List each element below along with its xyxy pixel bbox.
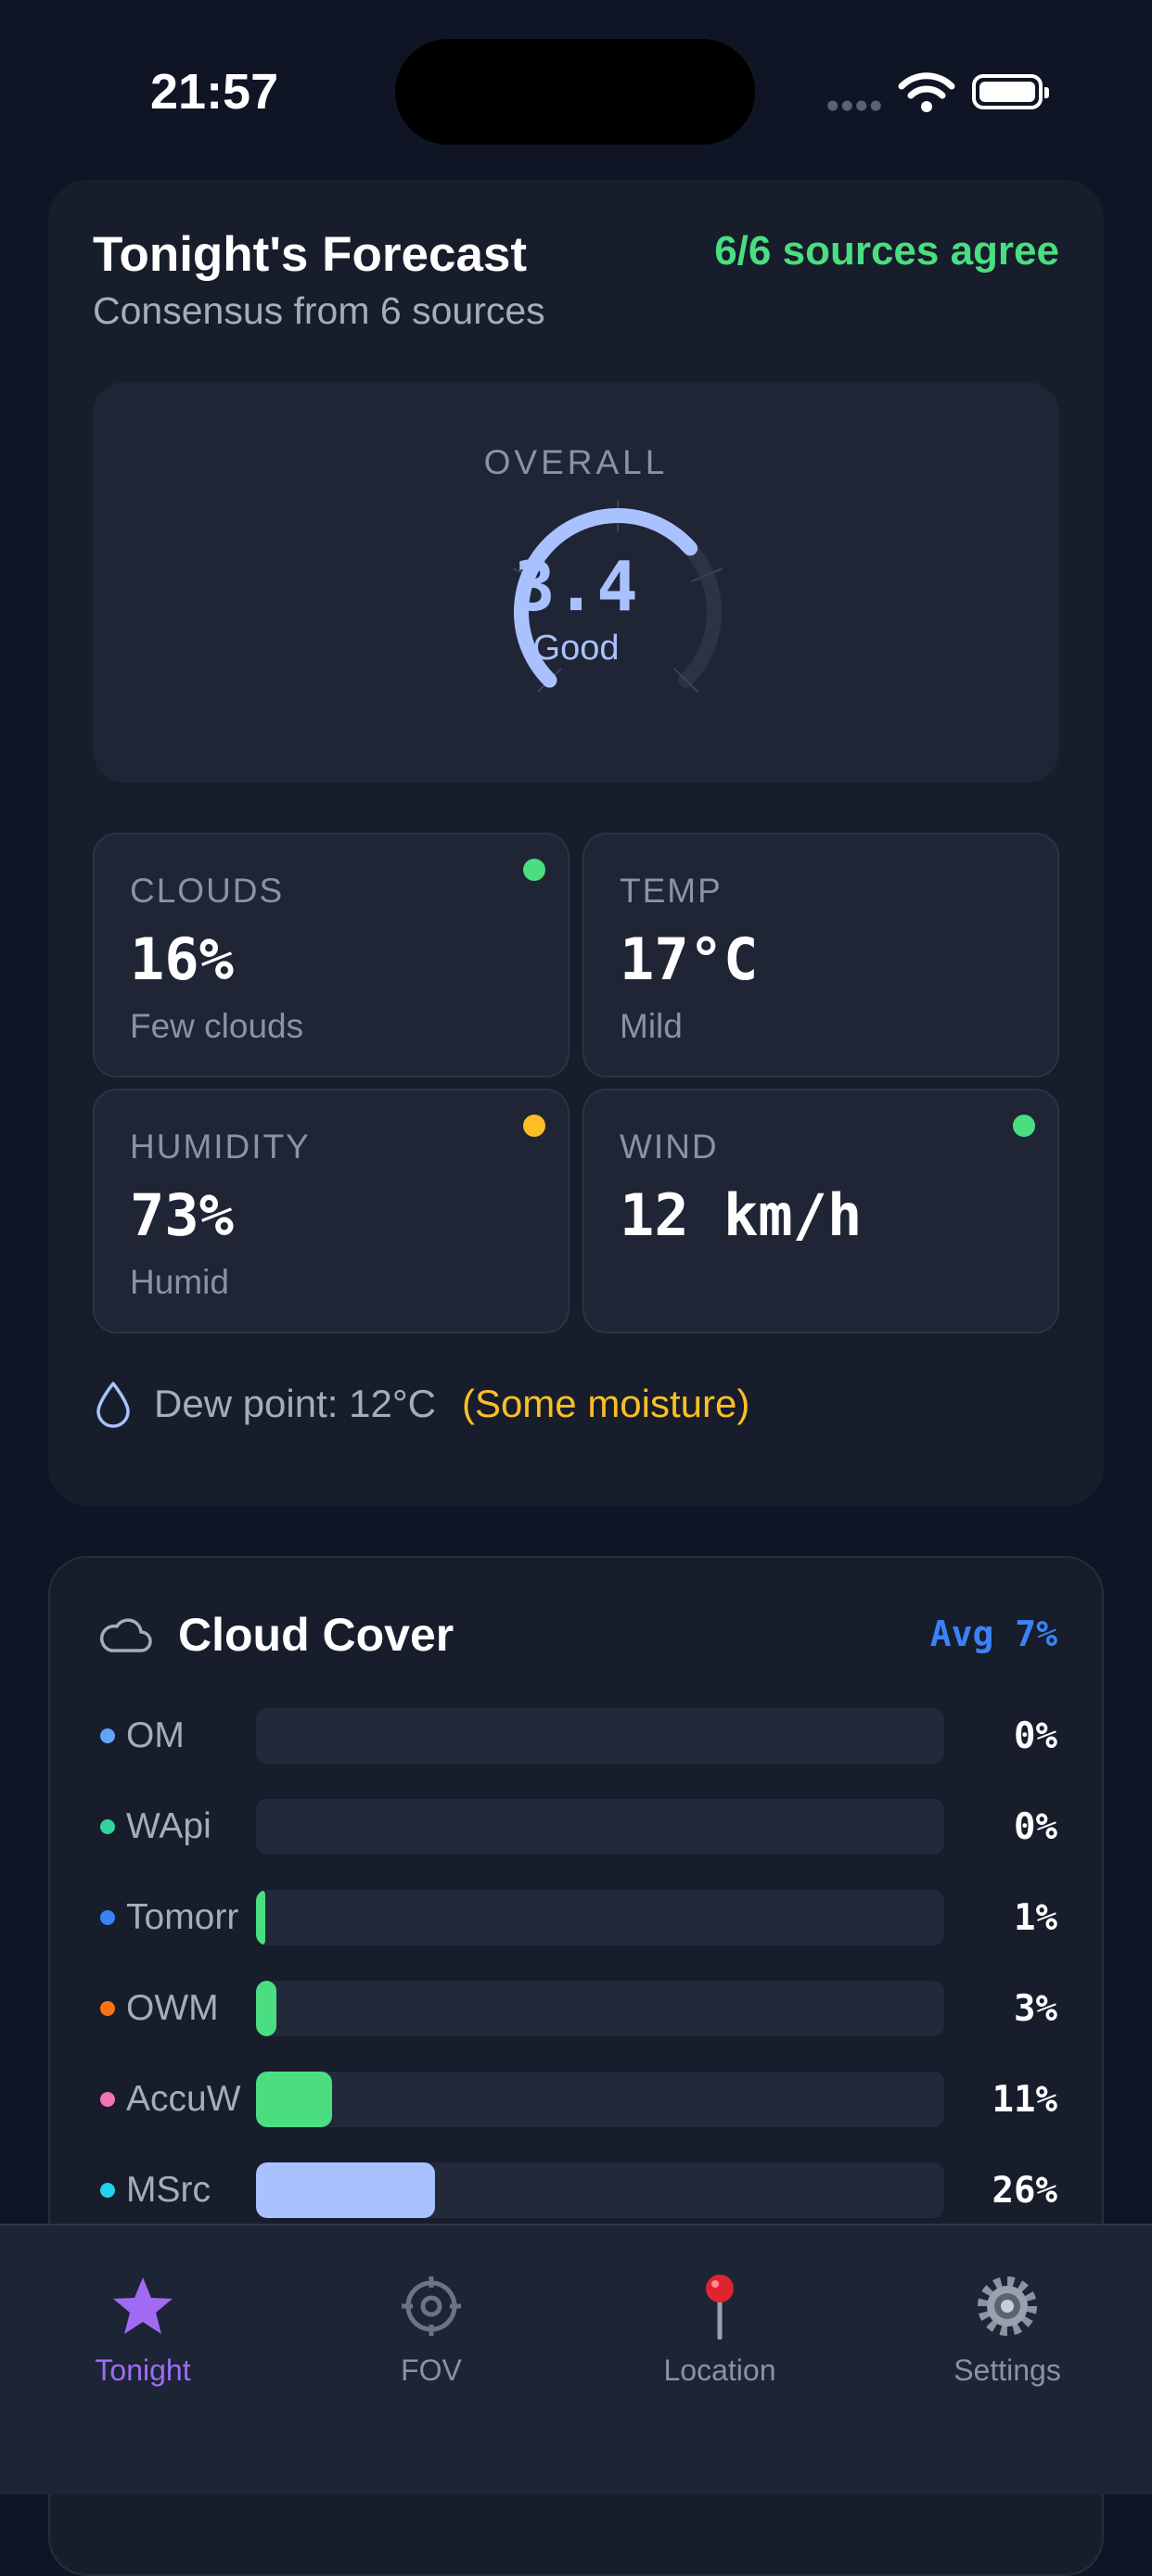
source-value: 1% (1014, 1897, 1057, 1939)
cloud-bar-track (256, 2162, 944, 2218)
cloud-bar-fill (256, 1981, 276, 2036)
forecast-card: Tonight's Forecast Consensus from 6 sour… (48, 180, 1104, 1506)
dew-point-text: Dew point: 12°C (154, 1382, 436, 1425)
source-name: MSrc (126, 2170, 211, 2210)
tab-tonight[interactable]: Tonight (50, 2272, 236, 2388)
cloud-bar-track (256, 2072, 944, 2127)
source-name: OWM (126, 1988, 219, 2028)
tab-fov[interactable]: FOV (339, 2272, 524, 2388)
metric-value: 16% (130, 925, 234, 993)
battery-icon (972, 74, 1049, 109)
metric-description: Few clouds (130, 1007, 304, 1045)
metric-value: 73% (130, 1181, 234, 1249)
metric-label: TEMP (620, 872, 723, 910)
source-color-dot (100, 2183, 115, 2198)
metric-label: CLOUDS (130, 872, 285, 910)
metric-description: Mild (620, 1007, 683, 1045)
tab-label: Settings (954, 2353, 1061, 2387)
metric-temp: TEMP 17°C Mild (582, 833, 1059, 1078)
cloud-source-row: OWM 3% (50, 1981, 1102, 2036)
tab-settings[interactable]: Settings (915, 2272, 1100, 2388)
source-color-dot (100, 1910, 115, 1925)
forecast-subtitle: Consensus from 6 sources (93, 289, 545, 332)
star-icon (113, 2277, 173, 2334)
tab-location[interactable]: Location (627, 2272, 813, 2388)
tab-label: Tonight (95, 2353, 191, 2387)
cloud-bar-fill (256, 2072, 332, 2127)
source-name: AccuW (126, 2079, 241, 2119)
dew-point-row: Dew point: 12°C (Some moisture) (93, 1376, 749, 1432)
cloud-bar-track (256, 1799, 944, 1855)
cloud-source-row: AccuW 11% (50, 2072, 1102, 2127)
overall-score-panel: OVERALL 3.4 Good (93, 382, 1059, 783)
status-dot (1013, 1115, 1035, 1137)
source-color-dot (100, 2001, 115, 2016)
source-value: 0% (1014, 1806, 1057, 1848)
cloud-cover-title: Cloud Cover (178, 1609, 454, 1661)
cloud-source-row: Tomorr 1% (50, 1890, 1102, 1945)
crosshair-icon (402, 2276, 461, 2336)
metric-label: HUMIDITY (130, 1128, 311, 1166)
overall-score: 3.4 (514, 547, 638, 627)
tab-label: FOV (401, 2353, 462, 2387)
cloud-bar-track (256, 1708, 944, 1764)
cloud-source-row: MSrc 26% (50, 2162, 1102, 2218)
status-dot (523, 859, 545, 881)
overall-rating: Good (532, 629, 620, 668)
metric-value: 12 km/h (620, 1181, 863, 1249)
source-color-dot (100, 1819, 115, 1834)
source-color-dot (100, 1728, 115, 1743)
cellular-icon (826, 100, 883, 111)
wifi-icon (898, 72, 955, 112)
metric-humidity: HUMIDITY 73% Humid (93, 1089, 570, 1333)
forecast-title: Tonight's Forecast (93, 227, 528, 282)
metric-description: Humid (130, 1263, 229, 1301)
cloud-source-row: OM 0% (50, 1708, 1102, 1764)
source-name: Tomorr (126, 1897, 239, 1937)
status-dot (523, 1115, 545, 1137)
status-time: 21:57 (150, 64, 279, 120)
cloud-source-row: WApi 0% (50, 1799, 1102, 1855)
source-value: 3% (1014, 1988, 1057, 2030)
sources-agreement: 6/6 sources agree (714, 228, 1059, 274)
dew-point-note: (Some moisture) (461, 1382, 750, 1425)
source-value: 26% (992, 2170, 1057, 2212)
droplet-icon (96, 1382, 130, 1428)
cloud-icon (99, 1618, 152, 1652)
cloud-bar-track (256, 1981, 944, 2036)
gear-icon (978, 2276, 1037, 2336)
cloud-bar-track (256, 1890, 944, 1945)
metric-value: 17°C (620, 925, 759, 993)
source-value: 0% (1014, 1715, 1057, 1757)
source-name: OM (126, 1715, 185, 1755)
dynamic-island (395, 39, 755, 145)
metric-wind: WIND 12 km/h (582, 1089, 1059, 1333)
metric-clouds: CLOUDS 16% Few clouds (93, 833, 570, 1078)
tab-bar: Tonight FOV Location Settings (0, 2224, 1152, 2494)
overall-label: OVERALL (483, 443, 669, 481)
cloud-cover-average: Avg 7% (929, 1613, 1057, 1654)
source-color-dot (100, 2092, 115, 2107)
pin-icon (706, 2275, 734, 2340)
tab-label: Location (663, 2353, 776, 2387)
source-value: 11% (992, 2079, 1057, 2121)
source-name: WApi (126, 1806, 211, 1846)
cloud-bar-fill (256, 2162, 435, 2218)
metric-label: WIND (620, 1128, 719, 1166)
cloud-bar-fill (256, 1890, 265, 1945)
